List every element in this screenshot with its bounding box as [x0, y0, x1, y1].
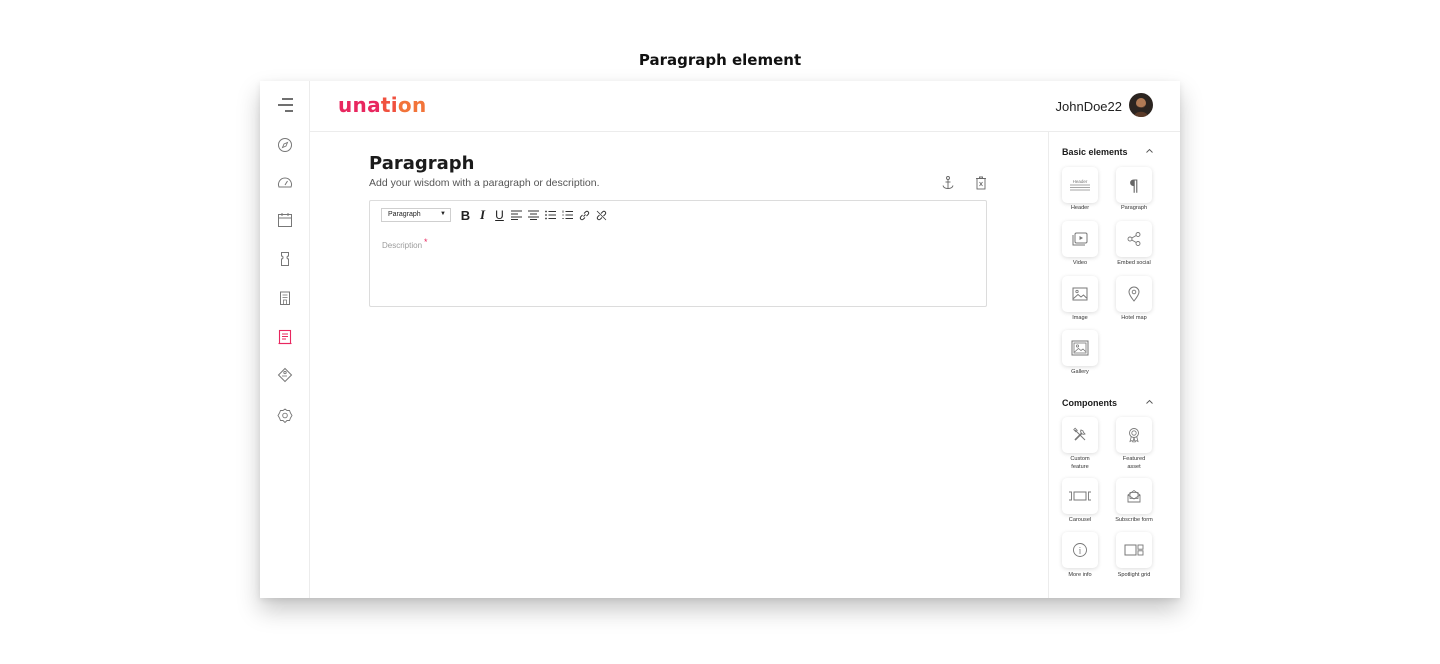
sidebar-item-tag[interactable] — [275, 365, 295, 385]
logo-part-1: una — [338, 93, 381, 117]
sidebar-item-calendar[interactable] — [275, 210, 295, 230]
unlink-icon — [596, 210, 607, 220]
label-line: Custom — [1070, 456, 1090, 462]
tile-hotel-map[interactable] — [1116, 276, 1152, 312]
align-left-icon — [511, 210, 522, 220]
map-pin-icon — [1128, 286, 1140, 302]
tile-image[interactable] — [1062, 276, 1098, 312]
username[interactable]: JohnDoe22 — [1056, 99, 1123, 114]
top-bar: unation JohnDoe22 — [310, 81, 1180, 132]
tile-video-label: Video — [1072, 260, 1088, 266]
basic-elements-title: Basic elements — [1062, 147, 1128, 157]
logo-part-2: ti — [380, 93, 398, 117]
tile-more-info-label: More info — [1068, 572, 1092, 578]
required-mark: * — [424, 237, 428, 247]
tile-paragraph[interactable]: ¶ — [1116, 167, 1152, 203]
align-center-button[interactable] — [526, 208, 541, 222]
bold-button[interactable]: B — [458, 208, 473, 223]
numbered-list-button[interactable] — [560, 208, 575, 222]
tile-gallery[interactable] — [1062, 330, 1098, 366]
italic-button[interactable]: I — [475, 207, 490, 222]
tile-spotlight-grid-label: Spotlight grid — [1117, 572, 1151, 578]
tile-gallery-label: Gallery — [1071, 369, 1089, 375]
grid-icon — [1124, 544, 1144, 556]
components-title: Components — [1062, 398, 1117, 408]
image-icon — [1072, 287, 1088, 301]
bullet-list-button[interactable] — [543, 208, 558, 222]
tile-featured-asset-label: Featured asset — [1104, 456, 1164, 471]
logo-part-3: on — [397, 93, 427, 117]
sidebar-item-document[interactable] — [275, 327, 295, 347]
chevron-up-icon[interactable] — [1145, 398, 1154, 406]
sidebar-item-badge[interactable] — [275, 406, 295, 426]
sidebar-item-gauge[interactable] — [275, 173, 295, 193]
info-icon: i — [1073, 543, 1087, 557]
chevron-up-icon[interactable] — [1145, 147, 1154, 155]
format-select-value: Paragraph — [388, 211, 421, 218]
rich-text-editor: Paragraph ▼ B I U Description * — [369, 200, 987, 307]
sidebar-item-compass[interactable] — [275, 135, 295, 155]
header-icon: Header — [1070, 179, 1090, 191]
sidebar-item-building[interactable] — [275, 288, 295, 308]
tile-custom-feature-label: Custom feature — [1050, 456, 1110, 471]
trash-icon[interactable] — [973, 175, 989, 191]
link-icon — [579, 210, 590, 220]
tile-carousel[interactable] — [1062, 478, 1098, 514]
numbered-list-icon — [562, 210, 573, 219]
tile-spotlight-grid[interactable] — [1116, 532, 1152, 568]
sidebar — [260, 81, 310, 598]
label-line: feature — [1071, 463, 1089, 470]
tile-embed-social[interactable] — [1116, 221, 1152, 257]
tile-hotel-map-label: Hotel map — [1121, 315, 1147, 321]
gallery-icon — [1071, 340, 1089, 356]
tile-header[interactable]: Header — [1062, 167, 1098, 203]
tile-featured-asset[interactable] — [1116, 417, 1152, 453]
tools-icon — [1073, 427, 1086, 441]
tile-video[interactable] — [1062, 221, 1098, 257]
link-button[interactable] — [577, 208, 592, 222]
tile-embed-social-label: Embed social — [1117, 260, 1151, 266]
tile-carousel-label: Carousel — [1068, 517, 1092, 523]
mail-icon — [1127, 489, 1141, 503]
elements-panel: Basic elements Header Header ¶ Paragraph — [1048, 132, 1180, 598]
app-window: unation JohnDoe22 Paragraph Add your wis… — [260, 81, 1180, 598]
carousel-icon — [1069, 491, 1091, 501]
tile-paragraph-label: Paragraph — [1120, 205, 1148, 211]
bullet-list-icon — [545, 210, 556, 220]
video-icon — [1072, 232, 1088, 246]
caret-down-icon: ▼ — [440, 211, 446, 217]
tile-subscribe-form-label: Subscribe form — [1115, 517, 1153, 523]
page-subtitle: Add your wisdom with a paragraph or desc… — [369, 177, 600, 189]
page-title: Paragraph — [369, 153, 475, 174]
label-line: Featured — [1122, 456, 1146, 462]
editor-toolbar: Paragraph ▼ B I U — [381, 207, 609, 223]
tile-custom-feature[interactable] — [1062, 417, 1098, 453]
sidebar-item-ticket[interactable] — [275, 249, 295, 269]
page-caption: Paragraph element — [638, 51, 802, 69]
description-field[interactable]: Description * — [382, 237, 428, 250]
tile-header-label: Header — [1070, 205, 1090, 211]
pilcrow-icon: ¶ — [1128, 175, 1140, 195]
tile-subscribe-form[interactable] — [1116, 478, 1152, 514]
align-center-icon — [528, 210, 539, 220]
label-line: asset — [1127, 463, 1141, 470]
main-content: Paragraph Add your wisdom with a paragra… — [310, 132, 1048, 598]
avatar[interactable] — [1129, 93, 1153, 117]
anchor-icon[interactable] — [940, 175, 956, 191]
info-icon-text: i — [1079, 546, 1082, 556]
align-left-button[interactable] — [509, 208, 524, 222]
description-placeholder: Description — [382, 241, 423, 250]
tile-more-info[interactable]: i — [1062, 532, 1098, 568]
unation-logo[interactable]: unation — [338, 93, 427, 117]
underline-button[interactable]: U — [492, 208, 507, 222]
unlink-button[interactable] — [594, 208, 609, 222]
tile-image-label: Image — [1072, 315, 1088, 321]
format-select[interactable]: Paragraph ▼ — [381, 208, 451, 222]
share-icon — [1127, 232, 1141, 246]
menu-icon[interactable] — [276, 97, 294, 113]
header-icon-text: Header — [1073, 179, 1088, 184]
award-icon — [1129, 428, 1139, 443]
